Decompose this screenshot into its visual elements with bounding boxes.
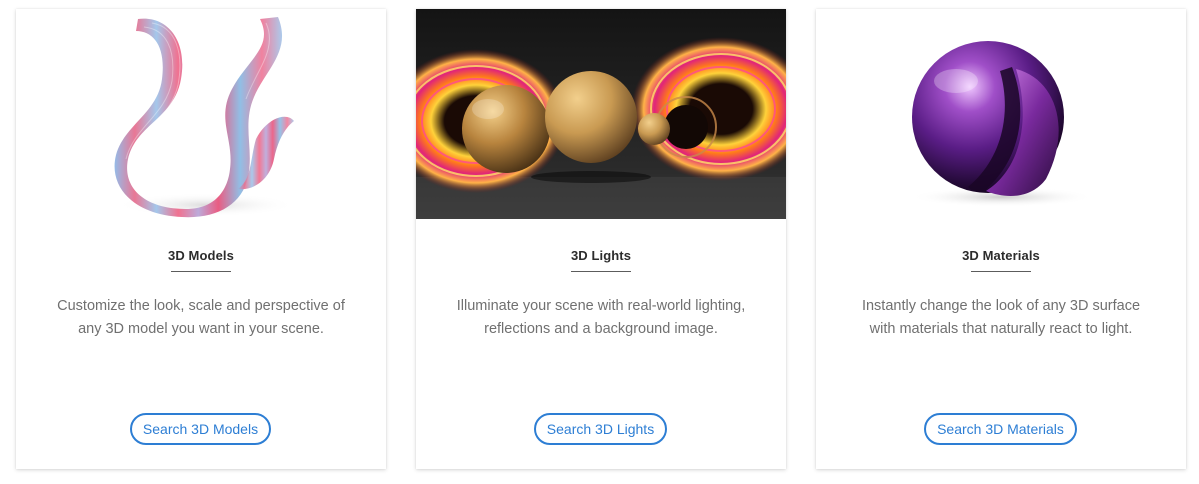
card-3d-models: 3D Models Customize the look, scale and … — [16, 9, 386, 469]
card-title: 3D Models — [168, 248, 234, 263]
card-3d-materials: 3D Materials Instantly change the look o… — [816, 9, 1186, 469]
card-title: 3D Lights — [570, 248, 632, 263]
search-3d-lights-button[interactable]: Search 3D Lights — [534, 413, 667, 445]
card-description: Illuminate your scene with real-world li… — [456, 298, 746, 337]
title-underline — [571, 271, 631, 272]
metallic-purple-sphere-icon — [910, 41, 1094, 207]
twisted-ribbon-3d-model-icon — [114, 17, 296, 218]
card-title: 3D Materials — [962, 248, 1040, 263]
card-3d-lights: 3D Lights Illuminate your scene with rea… — [416, 9, 786, 469]
card-image-3d-models — [16, 9, 386, 219]
search-3d-materials-button[interactable]: Search 3D Materials — [924, 413, 1077, 445]
glowing-spheres-rings-render-icon — [416, 9, 786, 219]
card-image-3d-materials — [816, 9, 1186, 219]
title-underline — [971, 271, 1031, 272]
card-row: 3D Models Customize the look, scale and … — [0, 0, 1199, 484]
search-3d-models-button[interactable]: Search 3D Models — [130, 413, 271, 445]
card-image-3d-lights — [416, 9, 786, 219]
card-description: Instantly change the look of any 3D surf… — [861, 298, 1141, 337]
card-description: Customize the look, scale and perspectiv… — [57, 298, 345, 337]
title-underline — [171, 271, 231, 272]
